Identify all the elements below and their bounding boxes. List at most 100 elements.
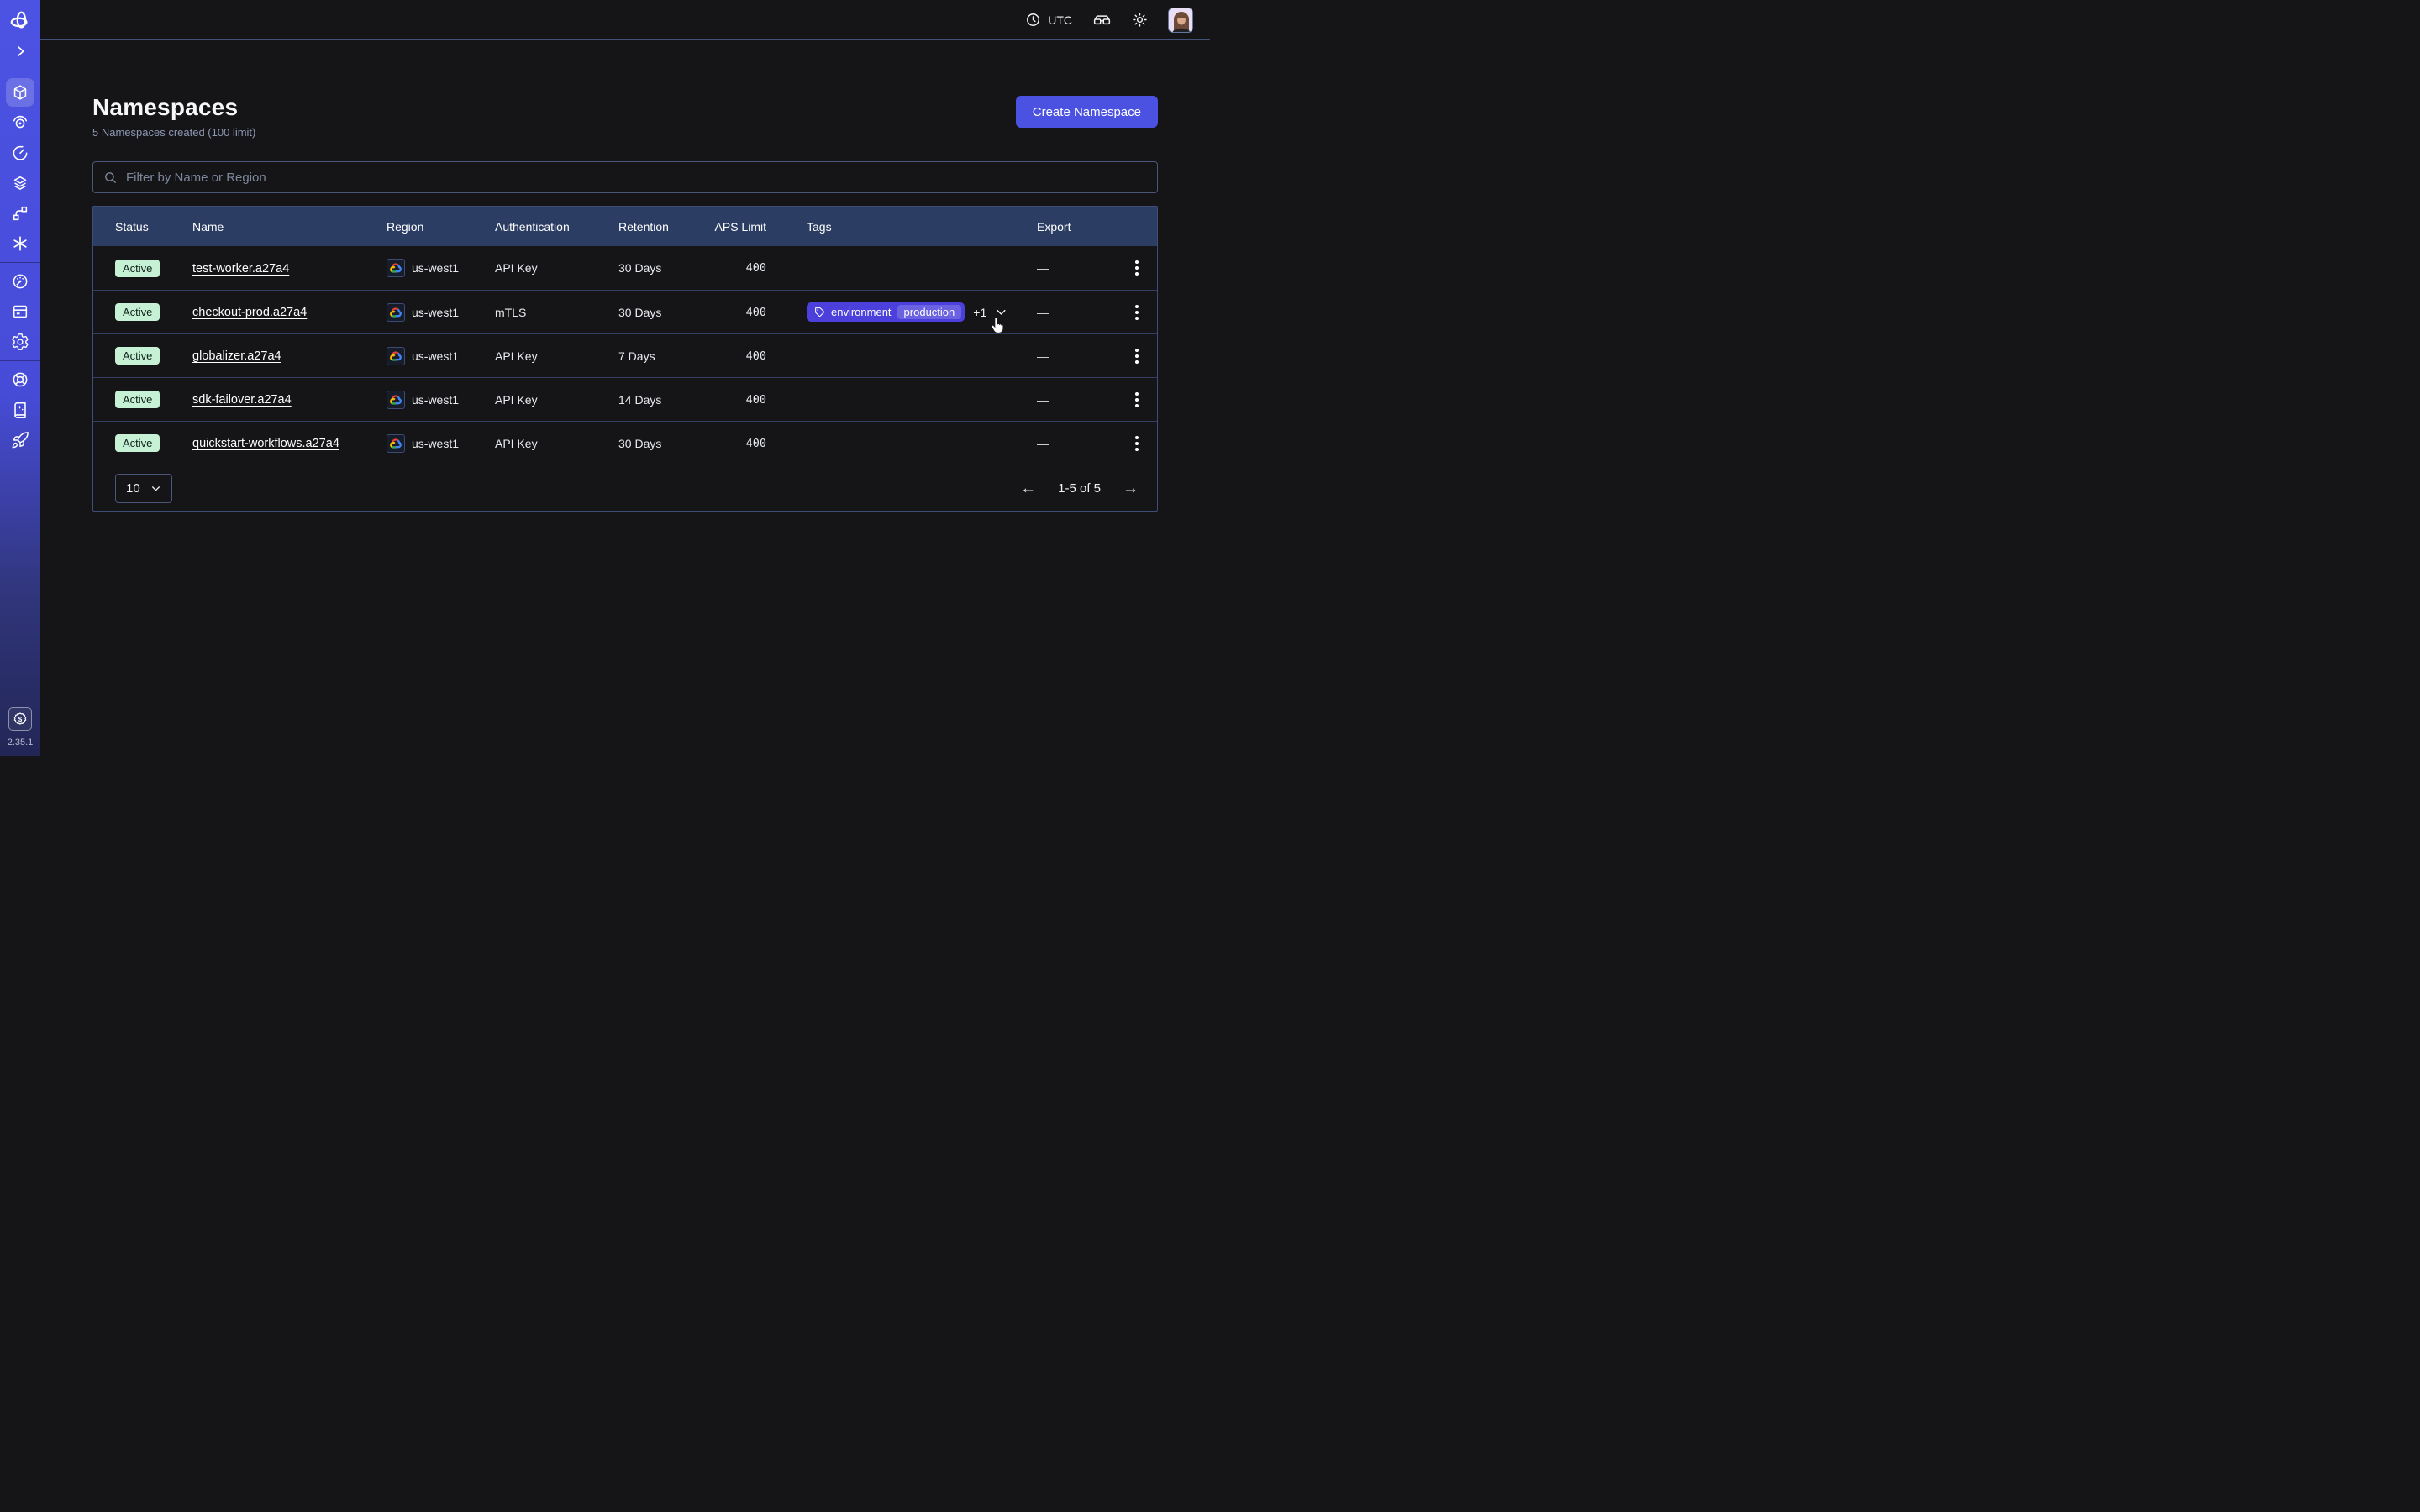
col-authentication: Authentication — [495, 220, 618, 234]
sidebar-item-billing[interactable] — [0, 297, 40, 327]
sidebar-item-settings[interactable] — [0, 327, 40, 357]
export-cell: — — [1037, 349, 1114, 363]
namespace-link[interactable]: checkout-prod.a27a4 — [192, 306, 307, 319]
page-title: Namespaces — [92, 94, 255, 121]
sidebar-item-namespaces[interactable] — [0, 77, 40, 108]
page-size-select[interactable]: 10 — [115, 474, 172, 503]
aps-limit-cell: 400 — [711, 393, 766, 407]
page-subtitle: 5 Namespaces created (100 limit) — [92, 126, 255, 139]
monitor-eye-icon — [11, 113, 29, 132]
status-badge: Active — [115, 391, 160, 408]
namespace-link[interactable]: globalizer.a27a4 — [192, 349, 281, 363]
col-export: Export — [1037, 220, 1114, 234]
billing-card-icon — [11, 302, 29, 321]
sidebar-divider — [0, 262, 40, 263]
sidebar-item-usage[interactable] — [0, 266, 40, 297]
region-label: us-west1 — [412, 261, 459, 275]
filter-input[interactable] — [126, 171, 1147, 185]
sidebar-item-nexus[interactable] — [0, 228, 40, 259]
table-row: Active test-worker.a27a4 us-west1 API Ke… — [93, 246, 1157, 290]
schedules-timer-icon — [11, 144, 29, 162]
row-menu-button[interactable] — [1132, 389, 1142, 411]
chevron-down-icon[interactable] — [995, 306, 1007, 318]
aps-limit-cell: 400 — [711, 261, 766, 275]
retention-cell: 7 Days — [618, 349, 711, 363]
sidebar-divider — [0, 360, 40, 361]
temporal-logo[interactable] — [9, 10, 31, 32]
light-theme-sun-icon[interactable] — [1132, 12, 1148, 28]
authentication-cell: API Key — [495, 349, 618, 363]
sidebar-item-docs[interactable] — [0, 395, 40, 425]
page-size-value: 10 — [126, 481, 140, 496]
sidebar-item-schedules[interactable] — [0, 138, 40, 168]
export-cell: — — [1037, 437, 1114, 450]
clock-icon — [1025, 12, 1041, 28]
table-header-row: Status Name Region Authentication Retent… — [93, 207, 1157, 246]
sidebar-item-monitoring[interactable] — [0, 108, 40, 138]
batch-branch-icon — [11, 204, 29, 223]
deployments-layers-icon — [11, 174, 29, 192]
status-badge: Active — [115, 347, 160, 365]
prev-page-button[interactable]: ← — [1020, 480, 1036, 496]
search-icon — [103, 171, 118, 185]
avatar[interactable] — [1168, 8, 1193, 33]
export-cell: — — [1037, 393, 1114, 407]
namespaces-table: Status Name Region Authentication Retent… — [92, 206, 1158, 512]
sidebar-item-batch-operations[interactable] — [0, 198, 40, 228]
filter-bar — [92, 161, 1158, 193]
tag-value: production — [897, 305, 962, 319]
aps-limit-cell: 400 — [711, 349, 766, 363]
namespace-link[interactable]: sdk-failover.a27a4 — [192, 393, 292, 407]
region-label: us-west1 — [412, 349, 459, 363]
row-menu-button[interactable] — [1132, 257, 1142, 279]
row-menu-button[interactable] — [1132, 302, 1142, 323]
status-badge: Active — [115, 434, 160, 452]
create-namespace-button[interactable]: Create Namespace — [1016, 96, 1158, 128]
export-cell: — — [1037, 306, 1114, 319]
row-menu-button[interactable] — [1132, 345, 1142, 367]
getting-started-rocket-icon — [11, 431, 29, 449]
tag-icon — [814, 307, 825, 318]
col-retention: Retention — [618, 220, 711, 234]
topbar: UTC — [40, 0, 1210, 40]
sidebar-item-getting-started[interactable] — [0, 425, 40, 455]
next-page-button[interactable]: → — [1123, 480, 1139, 496]
settings-gear-icon — [11, 333, 29, 351]
tag-chip[interactable]: environment production — [807, 302, 965, 322]
gcp-region-icon — [387, 347, 405, 365]
retention-cell: 30 Days — [618, 437, 711, 450]
timezone-selector[interactable]: UTC — [1025, 12, 1072, 28]
export-cell: — — [1037, 261, 1114, 275]
usage-gauge-icon — [11, 272, 29, 291]
status-badge: Active — [115, 260, 160, 277]
region-label: us-west1 — [412, 393, 459, 407]
reader-glasses-icon[interactable] — [1092, 13, 1112, 27]
namespace-link[interactable]: test-worker.a27a4 — [192, 262, 289, 276]
sidebar-expand-button[interactable] — [13, 44, 28, 59]
col-name: Name — [192, 220, 387, 234]
table-row: Active sdk-failover.a27a4 us-west1 API K… — [93, 377, 1157, 421]
retention-cell: 30 Days — [618, 261, 711, 275]
authentication-cell: API Key — [495, 437, 618, 450]
authentication-cell: API Key — [495, 393, 618, 407]
col-region: Region — [387, 220, 495, 234]
row-menu-button[interactable] — [1132, 433, 1142, 454]
authentication-cell: API Key — [495, 261, 618, 275]
region-label: us-west1 — [412, 306, 459, 319]
svg-text:$: $ — [18, 716, 23, 723]
retention-cell: 14 Days — [618, 393, 711, 407]
docs-book-icon — [11, 401, 29, 419]
credits-button[interactable]: $ — [8, 707, 32, 731]
region-label: us-west1 — [412, 437, 459, 450]
chevron-down-icon — [150, 483, 161, 494]
namespace-link[interactable]: quickstart-workflows.a27a4 — [192, 437, 339, 450]
aps-limit-cell: 400 — [711, 306, 766, 319]
timezone-label: UTC — [1048, 13, 1072, 27]
col-aps-limit: APS Limit — [711, 220, 766, 234]
tag-key: environment — [831, 306, 892, 318]
authentication-cell: mTLS — [495, 306, 618, 319]
sidebar: $ 2.35.1 — [0, 0, 40, 756]
sidebar-item-support[interactable] — [0, 365, 40, 395]
gcp-region-icon — [387, 259, 405, 277]
sidebar-item-deployments[interactable] — [0, 168, 40, 198]
